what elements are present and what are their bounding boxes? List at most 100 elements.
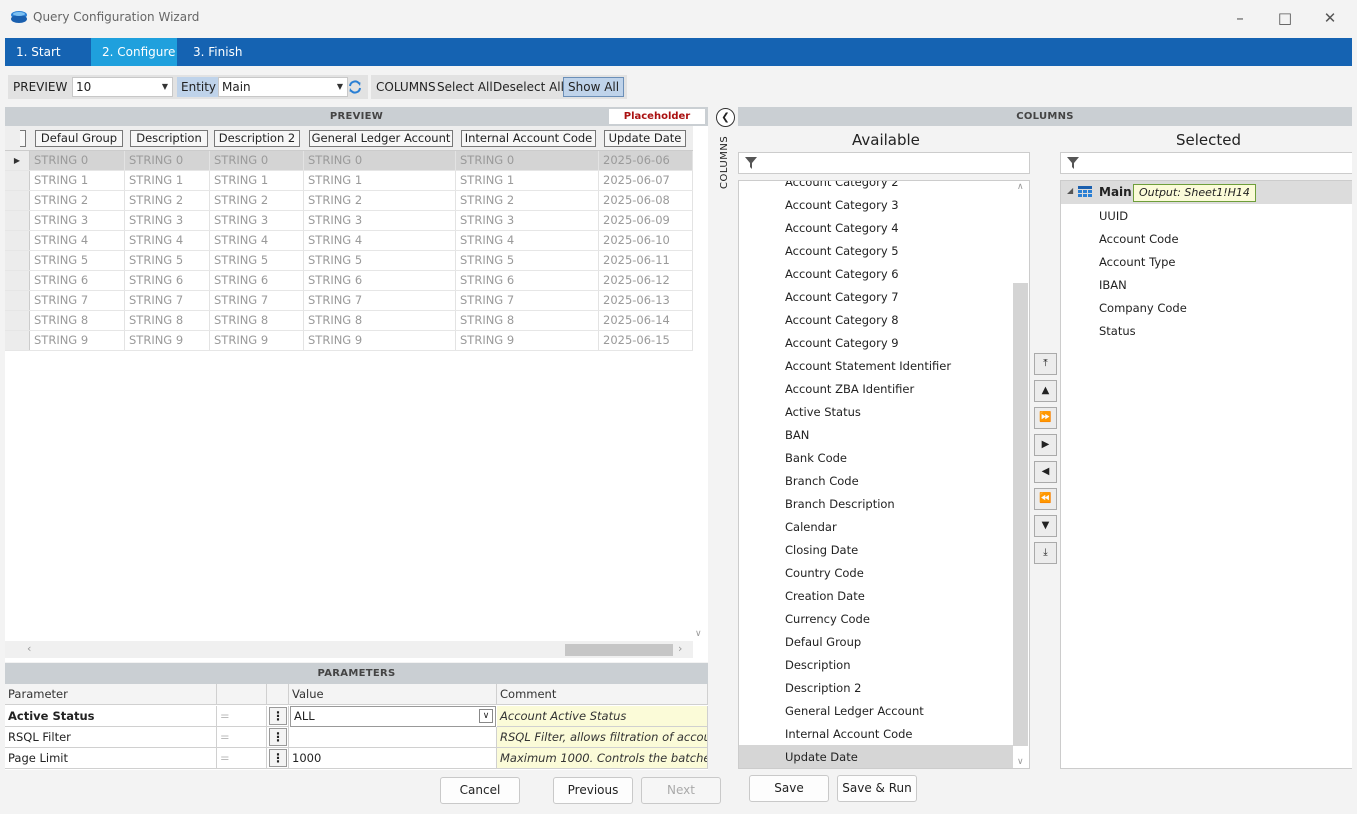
available-column-item[interactable]: Description 2 <box>785 677 861 700</box>
available-column-item[interactable]: Update Date <box>785 746 858 769</box>
column-header[interactable]: General Ledger Account <box>309 130 453 147</box>
row-header[interactable] <box>5 251 30 270</box>
table-row[interactable]: STRING 7 STRING 7 STRING 7 STRING 7 STRING 7… <box>5 291 693 311</box>
add-button[interactable]: ▶ <box>1034 434 1057 456</box>
available-column-item[interactable]: Account Category 3 <box>785 194 899 217</box>
table-row[interactable]: STRING 9 STRING 9 STRING 9 STRING 9 STRING 9… <box>5 331 693 351</box>
selected-column-item[interactable]: Status <box>1099 320 1136 343</box>
save-and-run-button[interactable]: Save & Run <box>837 775 917 802</box>
table-row[interactable]: ▶ STRING 0 STRING 0 STRING 0 STRING 0 STRING … <box>5 151 693 171</box>
selected-column-item[interactable]: Account Code <box>1099 228 1179 251</box>
row-header[interactable] <box>5 231 30 250</box>
selected-column-item[interactable]: Company Code <box>1099 297 1187 320</box>
available-column-item[interactable]: Internal Account Code <box>785 723 913 746</box>
table-row[interactable]: STRING 6 STRING 6 STRING 6 STRING 6 STRING 6… <box>5 271 693 291</box>
selected-column-item[interactable]: Account Type <box>1099 251 1176 274</box>
available-column-item[interactable]: Currency Code <box>785 608 870 631</box>
row-header[interactable] <box>5 291 30 310</box>
available-column-item[interactable]: General Ledger Account <box>785 700 924 723</box>
table-row[interactable]: STRING 5 STRING 5 STRING 5 STRING 5 STRING 5… <box>5 251 693 271</box>
available-column-item[interactable]: Account Category 8 <box>785 309 899 332</box>
select-all-button[interactable]: Select All <box>433 77 497 97</box>
table-row[interactable]: STRING 2 STRING 2 STRING 2 STRING 2 STRING 2… <box>5 191 693 211</box>
available-column-item[interactable]: Country Code <box>785 562 864 585</box>
refresh-icon[interactable] <box>347 79 363 95</box>
more-options-icon[interactable]: ⋮ <box>269 749 287 767</box>
available-filter-input[interactable] <box>738 152 1030 174</box>
row-header[interactable] <box>5 271 30 290</box>
column-header[interactable]: Internal Account Code <box>461 130 596 147</box>
step-finish[interactable]: 3. Finish <box>182 38 262 66</box>
available-column-item[interactable]: Account Category 4 <box>785 217 899 240</box>
scrollbar-thumb[interactable] <box>1013 283 1028 746</box>
close-icon[interactable]: ✕ <box>1308 6 1352 30</box>
available-column-item[interactable]: Account Category 6 <box>785 263 899 286</box>
available-column-item[interactable]: Active Status <box>785 401 861 424</box>
current-row-indicator-icon[interactable]: ▶ <box>5 151 30 170</box>
table-cell: STRING 1 <box>30 171 125 190</box>
table-row[interactable]: STRING 1 STRING 1 STRING 1 STRING 1 STRING 1… <box>5 171 693 191</box>
parameter-value-input[interactable]: 1000 <box>289 748 497 769</box>
table-row[interactable]: STRING 4 STRING 4 STRING 4 STRING 4 STRING 4… <box>5 231 693 251</box>
maximize-icon[interactable]: □ <box>1263 6 1307 30</box>
previous-button[interactable]: Previous <box>553 777 633 804</box>
available-column-item[interactable]: Branch Description <box>785 493 895 516</box>
preview-count-select[interactable]: 10 ▼ <box>72 77 173 97</box>
minimize-icon[interactable]: – <box>1218 6 1262 30</box>
available-column-item[interactable]: Account Statement Identifier <box>785 355 951 378</box>
remove-button[interactable]: ◀ <box>1034 461 1057 483</box>
column-header[interactable]: Defaul Group <box>35 130 123 147</box>
available-column-item[interactable]: Description <box>785 654 851 677</box>
available-column-item[interactable]: BAN <box>785 424 809 447</box>
column-header[interactable]: Description 2 <box>214 130 300 147</box>
chevron-down-icon[interactable]: ∨ <box>479 709 493 723</box>
table-row[interactable]: STRING 3 STRING 3 STRING 3 STRING 3 STRING 3… <box>5 211 693 231</box>
available-column-item[interactable]: Bank Code <box>785 447 847 470</box>
filter-icon <box>745 157 757 169</box>
available-column-item[interactable]: Calendar <box>785 516 837 539</box>
column-header[interactable]: Update Date <box>604 130 686 147</box>
more-options-icon[interactable]: ⋮ <box>269 728 287 746</box>
available-column-item[interactable]: Branch Code <box>785 470 859 493</box>
move-down-button[interactable]: ▼ <box>1034 515 1057 537</box>
more-options-icon[interactable]: ⋮ <box>269 707 287 725</box>
next-button[interactable]: Next <box>641 777 721 804</box>
move-to-bottom-button[interactable]: ⤓ <box>1034 542 1057 564</box>
parameter-value-input[interactable]: ALL <box>290 706 496 727</box>
scrollbar-thumb[interactable] <box>565 644 673 656</box>
parameter-value-input[interactable] <box>289 727 497 748</box>
move-up-button[interactable]: ▲ <box>1034 380 1057 402</box>
show-all-button[interactable]: Show All <box>563 77 625 97</box>
row-header[interactable] <box>5 191 30 210</box>
row-header[interactable] <box>5 211 30 230</box>
selected-column-item[interactable]: IBAN <box>1099 274 1127 297</box>
table-cell: STRING 7 <box>304 291 456 310</box>
selected-column-item[interactable]: UUID <box>1099 205 1128 228</box>
available-column-item[interactable]: Account ZBA Identifier <box>785 378 914 401</box>
available-column-item[interactable]: Creation Date <box>785 585 865 608</box>
column-header[interactable]: Description <box>130 130 208 147</box>
collapse-panel-button[interactable]: ❮ <box>716 108 735 127</box>
entity-select[interactable]: Main ▼ <box>218 77 348 97</box>
available-column-item[interactable]: Account Category 9 <box>785 332 899 355</box>
available-column-item[interactable]: Closing Date <box>785 539 858 562</box>
move-to-top-button[interactable]: ⤒ <box>1034 353 1057 375</box>
add-all-button[interactable]: ⏩ <box>1034 407 1057 429</box>
table-row[interactable]: STRING 8 STRING 8 STRING 8 STRING 8 STRING 8… <box>5 311 693 331</box>
preview-vertical-scrollbar[interactable]: ∨ <box>693 126 708 641</box>
row-header[interactable] <box>5 331 30 350</box>
row-header[interactable] <box>5 311 30 330</box>
cancel-button[interactable]: Cancel <box>440 777 520 804</box>
available-column-item[interactable]: Defaul Group <box>785 631 861 654</box>
save-button[interactable]: Save <box>749 775 829 802</box>
available-column-item[interactable]: Account Category 5 <box>785 240 899 263</box>
selected-filter-input[interactable] <box>1060 152 1352 174</box>
remove-all-button[interactable]: ⏪ <box>1034 488 1057 510</box>
step-start[interactable]: 1. Start <box>5 38 86 66</box>
available-column-item[interactable]: Account Category 7 <box>785 286 899 309</box>
step-configure[interactable]: 2. Configure <box>91 38 177 66</box>
deselect-all-button[interactable]: Deselect All <box>489 77 568 97</box>
available-column-item[interactable]: Account Category 2 <box>785 181 899 194</box>
table-cell: STRING 5 <box>210 251 304 270</box>
row-header[interactable] <box>5 171 30 190</box>
